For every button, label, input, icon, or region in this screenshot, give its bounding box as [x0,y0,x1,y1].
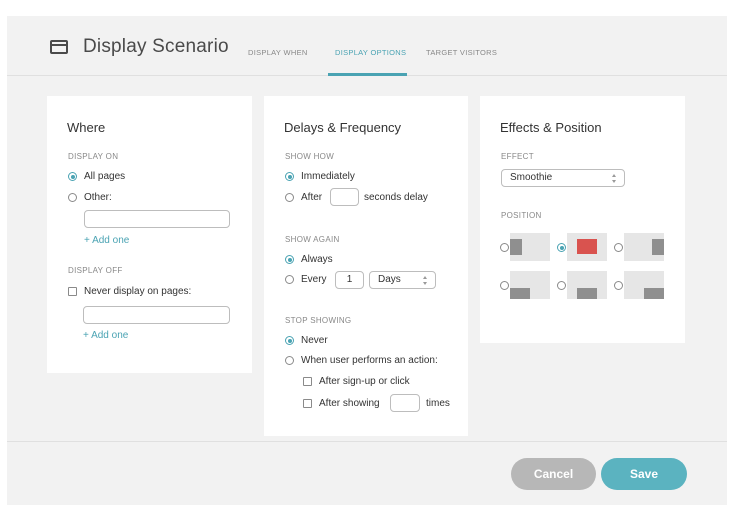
position-bottom-left-radio[interactable] [500,281,509,290]
stop-showing-label: STOP SHOWING [285,316,352,325]
show-how-label: SHOW HOW [285,152,335,161]
popup-marker [510,239,522,255]
after-delay-radio[interactable] [285,193,294,202]
never-display-label: Never display on pages: [84,286,192,297]
tab-target-visitors[interactable]: TARGET VISITORS [426,48,497,57]
save-button[interactable]: Save [601,458,687,490]
position-top-left-radio[interactable] [500,243,509,252]
effects-title: Effects & Position [500,120,602,135]
position-bottom-right-radio[interactable] [614,281,623,290]
show-again-label: SHOW AGAIN [285,235,340,244]
after-signup-label: After sign-up or click [319,376,410,387]
every-unit-value: Days [378,274,401,285]
add-one-link-2[interactable]: + Add one [83,330,128,341]
other-label: Other: [84,192,112,203]
position-label: POSITION [501,211,542,220]
never-label: Never [301,335,328,346]
header: Display Scenario DISPLAY WHEN DISPLAY OP… [7,16,727,76]
always-label: Always [301,254,333,265]
after-showing-checkbox[interactable] [303,399,312,408]
after-showing-label: After showing [319,398,380,409]
never-radio[interactable] [285,336,294,345]
page-title: Display Scenario [83,36,229,57]
seconds-delay-label: seconds delay [364,192,428,203]
immediately-radio[interactable] [285,172,294,181]
times-label: times [426,398,450,409]
position-top-left[interactable] [510,233,550,261]
delays-card: Delays & Frequency SHOW HOW Immediately … [264,96,468,436]
every-unit-select[interactable]: Days [369,271,436,289]
where-title: Where [67,120,106,135]
window-icon [50,40,68,54]
never-display-checkbox[interactable] [68,287,77,296]
when-action-label: When user performs an action: [301,355,438,366]
position-top-right-radio[interactable] [614,243,623,252]
effect-select[interactable]: Smoothie [501,169,625,187]
select-arrows-icon [612,174,617,183]
always-radio[interactable] [285,255,294,264]
after-signup-checkbox[interactable] [303,377,312,386]
active-tab-indicator [328,73,407,76]
add-one-link[interactable]: + Add one [84,235,129,246]
times-input[interactable] [390,394,420,412]
display-off-label: DISPLAY OFF [68,266,123,275]
other-pages-input[interactable] [84,210,230,228]
every-radio[interactable] [285,275,294,284]
position-bottom-left[interactable] [510,271,550,299]
tab-display-when[interactable]: DISPLAY WHEN [248,48,308,57]
delays-title: Delays & Frequency [284,120,402,135]
delay-seconds-input[interactable] [330,188,359,206]
tab-display-options[interactable]: DISPLAY OPTIONS [335,48,406,57]
popup-marker [652,239,664,255]
all-pages-label: All pages [84,171,126,182]
position-top-right[interactable] [624,233,664,261]
position-top-center-radio[interactable] [557,243,566,252]
when-action-radio[interactable] [285,356,294,365]
after-label: After [301,192,323,203]
popup-marker [644,288,664,299]
position-bottom-center-radio[interactable] [557,281,566,290]
position-bottom-right[interactable] [624,271,664,299]
cancel-button[interactable]: Cancel [511,458,596,490]
popup-marker [510,288,530,299]
select-arrows-icon [423,276,428,285]
every-count-input[interactable]: 1 [335,271,364,289]
never-pages-input[interactable] [83,306,230,324]
immediately-label: Immediately [301,171,355,182]
display-on-label: DISPLAY ON [68,152,119,161]
effects-card: Effects & Position EFFECT Smoothie POSIT… [480,96,685,343]
effect-value: Smoothie [510,172,553,183]
position-bottom-center[interactable] [567,271,607,299]
all-pages-radio[interactable] [68,172,77,181]
position-top-center[interactable] [567,233,607,261]
where-card: Where DISPLAY ON All pages Other: + Add … [47,96,252,373]
display-scenario-panel: Display Scenario DISPLAY WHEN DISPLAY OP… [7,16,727,505]
every-label: Every [301,274,327,285]
popup-marker-selected [577,239,597,254]
footer-divider [7,441,727,442]
other-radio[interactable] [68,193,77,202]
popup-marker [577,288,597,299]
effect-label: EFFECT [501,152,534,161]
